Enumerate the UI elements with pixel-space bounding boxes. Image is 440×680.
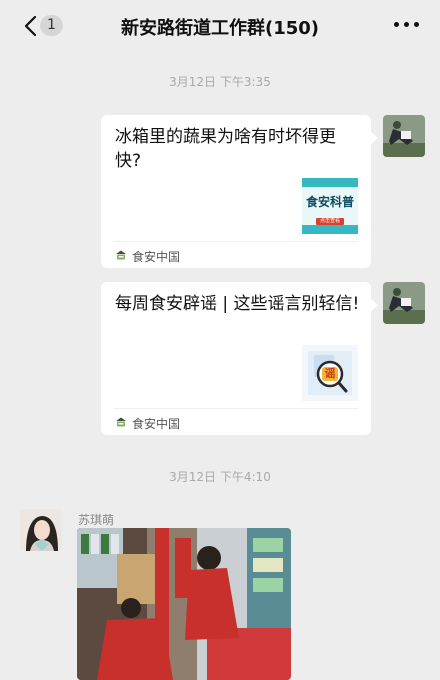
sender-avatar[interactable] [20, 509, 62, 551]
thumbnail-button-label: 点击查看 [319, 218, 340, 224]
source-logo-icon [116, 417, 126, 427]
link-card[interactable]: 每周食安辟谣 | 这些谣言别轻信! 谣 食安中国 [101, 282, 378, 435]
back-button[interactable] [20, 13, 42, 39]
message-timestamp: 3月12日 下午4:10 [169, 470, 271, 484]
link-card-thumbnail: 谣 [302, 345, 358, 401]
avatar-photo [383, 115, 425, 157]
thumbnail-caption: 谣 [324, 367, 336, 380]
thumbnail-caption: 食安科普 [305, 195, 354, 209]
sender-name: 苏琪萌 [78, 513, 115, 527]
link-card-title: 每周食安辟谣 | 这些谣言别轻信! [115, 294, 360, 314]
message-timestamp: 3月12日 下午3:35 [169, 75, 271, 89]
source-name: 食安中国 [132, 250, 181, 264]
link-card-thumbnail: 食安科普 点击查看 [302, 178, 358, 234]
sender-avatar-photo [20, 509, 62, 551]
more-dot [414, 22, 419, 27]
chat-title: 新安路街道工作群(150) [120, 18, 320, 39]
shared-photo [77, 528, 291, 680]
link-card-title: 冰箱里的蔬果为啥有时坏得更快? [115, 127, 336, 171]
more-dot [404, 22, 409, 27]
unread-count-badge[interactable]: 1 [40, 15, 63, 36]
source-logo-icon [116, 250, 126, 260]
more-dots-icon [394, 22, 399, 27]
my-avatar[interactable] [383, 115, 425, 157]
card-divider [114, 408, 358, 409]
more-button[interactable] [394, 22, 420, 30]
my-avatar[interactable] [383, 282, 425, 324]
image-message[interactable] [77, 528, 291, 680]
avatar-photo [383, 282, 425, 324]
chevron-left-icon [24, 15, 37, 37]
link-card[interactable]: 冰箱里的蔬果为啥有时坏得更快? 食安科普 点击查看 食安中国 [101, 115, 378, 268]
chat-header: 1 新安路街道工作群(150) [0, 0, 440, 52]
source-name: 食安中国 [132, 417, 181, 431]
card-divider [114, 241, 358, 242]
